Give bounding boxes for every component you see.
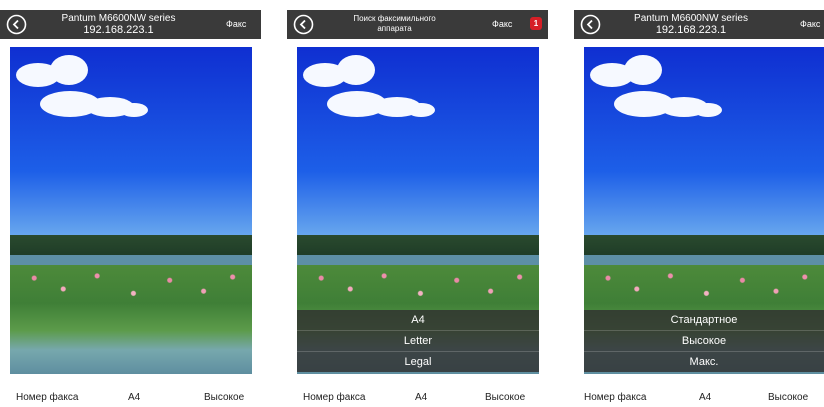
fax-preview-image: Стандартное Высокое Макс.: [584, 47, 824, 374]
fax-tab[interactable]: Факс: [492, 19, 512, 29]
printer-ip: 192.168.223.1: [655, 24, 727, 36]
page-title: Pantum M6600NW series 192.168.223.1: [34, 13, 203, 36]
header-bar: Pantum M6600NW series 192.168.223.1 Факс: [0, 10, 261, 39]
cloud: [120, 103, 148, 117]
title-line-2: аппарата: [377, 24, 412, 33]
printer-ip: 192.168.223.1: [83, 24, 154, 36]
back-icon[interactable]: [580, 14, 601, 35]
quality-option-standard[interactable]: Стандартное: [584, 310, 824, 331]
quality-selector[interactable]: Высокое: [485, 392, 525, 403]
paper-size-selector[interactable]: A4: [699, 392, 711, 403]
cloud: [50, 55, 88, 85]
paper-size-option-a4[interactable]: A4: [297, 310, 539, 331]
back-icon[interactable]: [6, 14, 27, 35]
fax-screen-2: Поиск факсимильного аппарата Факс 1 A4 L…: [287, 10, 548, 407]
page-title: Поиск факсимильного аппарата: [321, 14, 468, 34]
notification-badge: 1: [530, 17, 542, 30]
cloud: [337, 55, 375, 85]
lotus-field: [10, 265, 252, 374]
fax-number-field[interactable]: Номер факса: [303, 392, 365, 403]
fax-number-field[interactable]: Номер факса: [16, 392, 78, 403]
fax-screen-3: Pantum M6600NW series 192.168.223.1 Факс…: [574, 10, 824, 407]
cloud: [407, 103, 435, 117]
quality-option-max[interactable]: Макс.: [584, 352, 824, 372]
quality-option-high[interactable]: Высокое: [584, 331, 824, 352]
fax-preview-image: [10, 47, 252, 374]
quality-selector[interactable]: Высокое: [768, 392, 808, 403]
fax-number-field[interactable]: Номер факса: [584, 392, 646, 403]
printer-name: Pantum M6600NW series: [61, 13, 176, 24]
fax-screen-1: Pantum M6600NW series 192.168.223.1 Факс…: [0, 10, 261, 407]
printer-name: Pantum M6600NW series: [634, 13, 748, 24]
paper-size-picker: A4 Letter Legal: [297, 310, 539, 372]
cloud: [624, 55, 662, 85]
back-icon[interactable]: [293, 14, 314, 35]
title-line-1: Поиск факсимильного: [353, 14, 436, 23]
fax-tab[interactable]: Факс: [800, 19, 820, 29]
fax-preview-image: A4 Letter Legal: [297, 47, 539, 374]
paper-size-selector[interactable]: A4: [415, 392, 427, 403]
paper-size-selector[interactable]: A4: [128, 392, 140, 403]
page-title: Pantum M6600NW series 192.168.223.1: [608, 13, 774, 36]
header-bar: Поиск факсимильного аппарата Факс 1: [287, 10, 548, 39]
paper-size-option-letter[interactable]: Letter: [297, 331, 539, 352]
quality-picker: Стандартное Высокое Макс.: [584, 310, 824, 372]
cloud: [694, 103, 722, 117]
fax-tab[interactable]: Факс: [226, 19, 246, 29]
header-bar: Pantum M6600NW series 192.168.223.1 Факс: [574, 10, 824, 39]
paper-size-option-legal[interactable]: Legal: [297, 352, 539, 372]
quality-selector[interactable]: Высокое: [204, 392, 244, 403]
